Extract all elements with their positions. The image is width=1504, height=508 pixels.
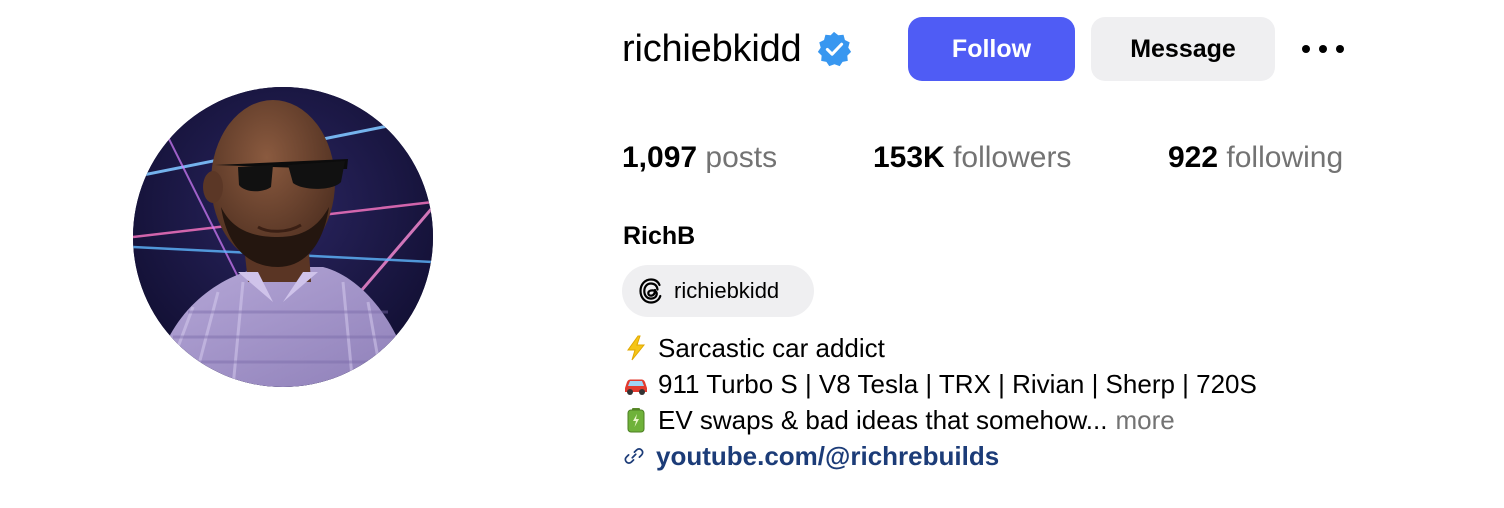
- followers-stat[interactable]: 153K followers: [873, 138, 1071, 178]
- bio-link-line: youtube.com/@richrebuilds: [622, 438, 1422, 474]
- bio-line-1: Sarcastic car addict: [622, 330, 1422, 366]
- more-horizontal-icon: [1302, 45, 1344, 53]
- threads-link-pill[interactable]: richiebkidd: [622, 265, 814, 317]
- bio-line-3: EV swaps & bad ideas that somehow... mor…: [622, 402, 1422, 438]
- profile-avatar[interactable]: [133, 87, 433, 387]
- bio-line-2: 911 Turbo S | V8 Tesla | TRX | Rivian | …: [622, 366, 1422, 402]
- profile-username: richiebkidd: [622, 28, 802, 70]
- threads-handle: richiebkidd: [674, 278, 780, 303]
- posts-stat: 1,097 posts: [622, 138, 777, 178]
- message-button[interactable]: Message: [1091, 17, 1275, 81]
- profile-header: richiebkidd: [622, 17, 853, 81]
- bio-text-1: Sarcastic car addict: [658, 333, 885, 363]
- lightning-emoji-icon: [627, 335, 646, 361]
- bio-text-3: EV swaps & bad ideas that somehow...: [658, 405, 1108, 435]
- posts-label: posts: [705, 141, 778, 174]
- bio-more-link[interactable]: more: [1115, 402, 1174, 438]
- battery-emoji-icon: [627, 408, 645, 433]
- followers-label: followers: [953, 141, 1072, 174]
- following-count: 922: [1168, 141, 1219, 174]
- threads-icon: [639, 278, 662, 304]
- more-options-button[interactable]: [1298, 30, 1348, 68]
- avatar-photo: [133, 87, 433, 387]
- verified-badge-icon: [818, 31, 852, 67]
- link-icon: [624, 448, 644, 464]
- profile-page: richiebkidd Follow Message 1,097 posts 1…: [0, 0, 1504, 508]
- car-emoji-icon: [625, 379, 647, 395]
- profile-full-name: RichB: [623, 222, 696, 250]
- follow-button[interactable]: Follow: [908, 17, 1075, 81]
- following-label: following: [1226, 141, 1344, 174]
- followers-count: 153K: [873, 141, 945, 174]
- profile-bio: Sarcastic car addict 911 Turbo S | V8 Te…: [622, 330, 1422, 474]
- youtube-link[interactable]: youtube.com/@richrebuilds: [656, 438, 999, 474]
- profile-stats: 1,097 posts 153K followers 922 following: [0, 138, 1504, 178]
- following-stat[interactable]: 922 following: [1168, 138, 1343, 178]
- posts-count: 1,097: [622, 141, 698, 174]
- bio-text-2: 911 Turbo S | V8 Tesla | TRX | Rivian | …: [658, 369, 1257, 399]
